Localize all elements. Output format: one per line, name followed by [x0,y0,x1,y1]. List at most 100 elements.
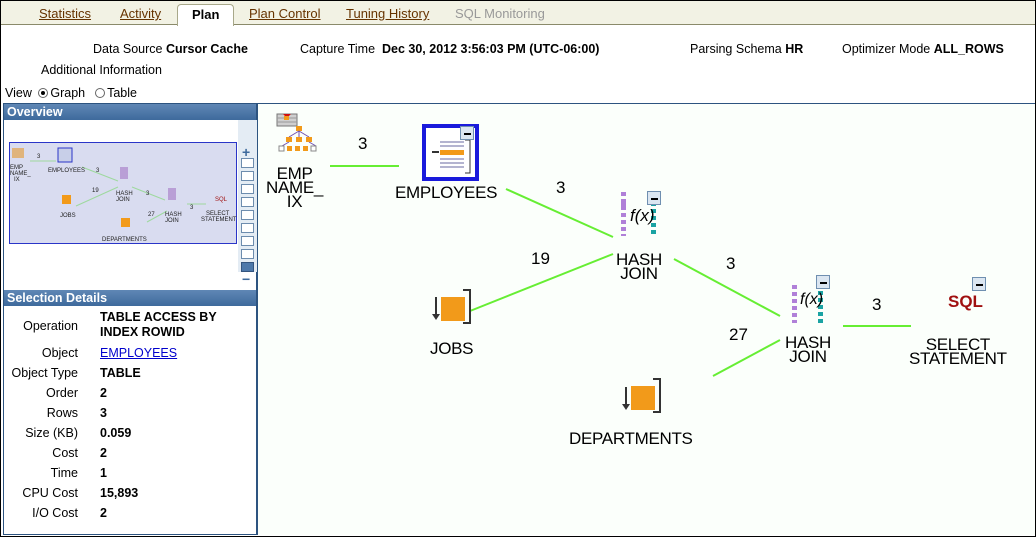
zoom-level-7[interactable] [241,236,254,246]
detail-key: I/O Cost [32,506,78,520]
detail-key: Rows [46,406,78,420]
data-source-label: Data Source [93,42,163,56]
detail-value: 2 [100,386,107,400]
tab-activity[interactable]: Activity [120,6,161,21]
node-label: JOBS [430,339,474,358]
edge-label: 19 [531,249,550,268]
node-label: HASH JOIN [785,333,832,366]
node-departments[interactable]: DEPARTMENTS [569,429,693,448]
detail-key: Size (KB) [25,426,78,440]
zoom-in-icon[interactable]: + [242,145,250,159]
detail-key: CPU Cost [22,486,78,500]
node-select-statement[interactable]: SELECT STATEMENT [909,335,1007,368]
edge-dept-hj2 [712,339,781,377]
zoom-level-8[interactable] [241,249,254,259]
svg-text:DEPARTMENTS: DEPARTMENTS [102,237,147,243]
tab-bar: Statistics Activity Plan Plan Control Tu… [1,1,1035,26]
minimap-graph: EMPNAME_IX EMPLOYEES 33 19 HASHJOIN 3JOBS… [10,147,237,243]
object-link[interactable]: EMPLOYEES [100,346,250,361]
capture-time-label: Capture Time [300,42,376,56]
detail-value: 1 [100,466,107,480]
node-label: DEPARTMENTS [569,429,693,448]
fx-label: f(x) [800,291,824,308]
collapse-hash-join-2-button[interactable] [816,275,830,289]
edge-label: 27 [729,325,748,344]
tab-tuning-history[interactable]: Tuning History [346,6,429,21]
plan-graph[interactable]: f(x) f(x) SQL EMP NAME_ IX EMPLOYEES HAS… [257,103,1035,535]
zoom-level-6[interactable] [241,223,254,233]
left-panel: Overview EMP NAME_ IX EMPLOYEES 3 3 19 H… [3,103,257,535]
edge-label: 3 [358,134,368,153]
edge-label: 3 [872,295,882,314]
collapse-employees-button[interactable] [460,126,474,140]
zoom-out-icon[interactable]: − [242,272,250,286]
svg-text:3: 3 [96,168,100,174]
data-source: Data Source Cursor Cache [93,42,248,56]
detail-key: Time [50,466,78,480]
collapse-hash-join-1-button[interactable] [647,191,661,205]
svg-text:STATEMENT: STATEMENT [201,217,237,223]
node-employees[interactable]: EMPLOYEES [395,184,497,201]
fx-label: f(x) [630,206,655,225]
zoom-level-2[interactable] [241,171,254,181]
data-source-value: Cursor Cache [165,42,248,56]
overview-minimap[interactable]: EMP NAME_ IX EMPLOYEES 33 19 HASH JOIN 3 JOBS… [9,142,237,244]
optimizer-mode-label: Optimizer Mode [842,42,931,56]
node-hash-join-1[interactable]: HASH JOIN [616,251,662,282]
parsing-schema-label: Parsing Schema [690,42,782,56]
zoom-slider[interactable]: + − [238,120,257,286]
tab-statistics[interactable]: Statistics [39,6,91,21]
zoom-level-4[interactable] [241,197,254,207]
node-emp-name-ix[interactable]: EMP NAME_ IX [266,164,324,211]
zoom-level-5[interactable] [241,210,254,220]
svg-text:JOIN: JOIN [116,197,130,203]
optimizer-mode-value: ALL_ROWS [933,42,1004,56]
node-label: SELECT STATEMENT [909,335,1007,368]
svg-text:JOBS: JOBS [60,213,76,219]
detail-value: TABLE [100,366,141,380]
view-label: View [5,86,32,100]
table-radio-label[interactable]: Table [107,86,137,100]
capture-time-value: Dec 30, 2012 3:56:03 PM (UTC-06:00) [381,42,600,56]
view-selector: View Graph Table [5,86,137,100]
plan-graph-svg [276,113,911,413]
detail-value: 0.059 [100,426,132,440]
parsing-schema-value: HR [785,42,804,56]
detail-key: Object [41,346,78,360]
detail-key: Cost [52,446,78,460]
additional-information[interactable]: Additional Information [41,63,162,77]
detail-value: 15,893 [100,486,139,500]
graph-radio-label[interactable]: Graph [50,86,85,100]
table-radio[interactable] [95,88,106,98]
tab-sql-monitoring: SQL Monitoring [455,6,545,21]
index-icon [276,113,317,152]
parsing-schema: Parsing Schema HR [690,42,803,56]
svg-text:3: 3 [37,154,41,160]
capture-time: Capture Time Dec 30, 2012 3:56:03 PM (UT… [300,42,599,56]
node-label: EMP NAME_ IX [266,164,324,211]
detail-key: Order [46,386,78,400]
hash-join-icon: f(x) [792,285,834,331]
zoom-level-1[interactable] [241,158,254,168]
detail-value: 3 [100,406,107,420]
detail-value: 2 [100,506,107,520]
sql-icon: SQL [948,292,983,311]
detail-key: Operation [23,319,78,333]
detail-key: Object Type [11,366,78,380]
tab-plan-control[interactable]: Plan Control [249,6,321,21]
zoom-level-3[interactable] [241,184,254,194]
collapse-select-statement-button[interactable] [972,277,986,291]
detail-value: TABLE ACCESS BY INDEX ROWID [100,310,217,339]
selection-details-header: Selection Details [4,290,256,306]
full-table-scan-icon [432,289,471,324]
node-jobs[interactable]: JOBS [430,339,474,358]
svg-text:IX: IX [14,177,20,183]
edge-label: 3 [726,254,736,273]
tab-plan[interactable]: Plan [177,4,235,26]
full-table-scan-icon [622,378,661,413]
overview-area: EMP NAME_ IX EMPLOYEES 33 19 HASH JOIN 3 JOBS… [4,120,257,286]
svg-text:SQL: SQL [215,197,228,203]
graph-radio[interactable] [38,88,49,98]
overview-header: Overview [4,104,256,120]
node-hash-join-2[interactable]: HASH JOIN [785,333,832,366]
